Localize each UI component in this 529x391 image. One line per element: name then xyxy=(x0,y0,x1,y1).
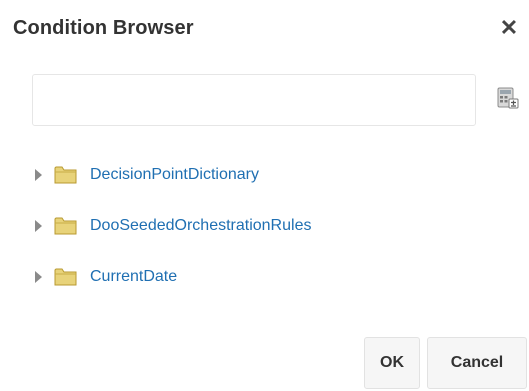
cancel-button[interactable]: Cancel xyxy=(427,337,527,389)
folder-icon xyxy=(54,268,77,286)
calculator-icon[interactable] xyxy=(496,86,520,110)
tree-item-doo-seeded-orchestration-rules[interactable]: DooSeededOrchestrationRules xyxy=(35,213,311,239)
condition-expression-input[interactable] xyxy=(32,74,476,126)
expand-arrow-icon[interactable] xyxy=(35,271,42,283)
tree-item-current-date[interactable]: CurrentDate xyxy=(35,264,311,290)
dialog-title: Condition Browser xyxy=(13,17,194,39)
condition-browser-dialog: Condition Browser ✕ DecisionPointDiction… xyxy=(0,0,529,391)
folder-icon xyxy=(54,217,77,235)
expand-arrow-icon[interactable] xyxy=(35,220,42,232)
tree-item-label: CurrentDate xyxy=(90,268,178,285)
tree-item-label: DooSeededOrchestrationRules xyxy=(90,217,312,234)
condition-tree: DecisionPointDictionary DooSeededOrchest… xyxy=(35,162,311,315)
tree-item-label: DecisionPointDictionary xyxy=(90,166,259,183)
ok-button[interactable]: OK xyxy=(364,337,420,389)
close-icon[interactable]: ✕ xyxy=(495,14,523,42)
expand-arrow-icon[interactable] xyxy=(35,169,42,181)
folder-icon xyxy=(54,166,77,184)
tree-item-decision-point-dictionary[interactable]: DecisionPointDictionary xyxy=(35,162,311,188)
